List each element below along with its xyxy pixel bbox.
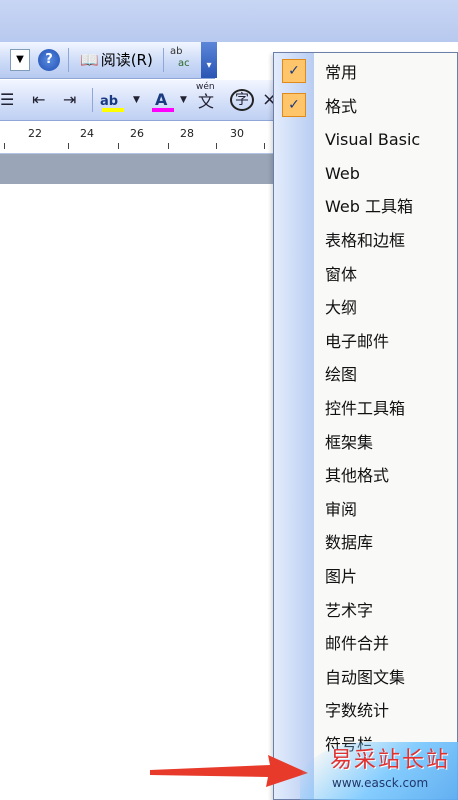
menu-item[interactable]: Visual Basic [274,123,457,157]
bullet-list-icon: ☰ [0,90,15,109]
menu-item-label: Visual Basic [325,130,421,150]
menu-item[interactable]: 艺术字 [274,594,457,628]
menu-item-label: 绘图 [325,365,358,385]
ruler-tick [264,143,265,149]
menu-item-label: 自动图文集 [325,667,406,687]
menu-item[interactable]: 图片 [274,560,457,594]
menu-item[interactable]: 字数统计 [274,694,457,728]
menu-item[interactable]: 审阅 [274,493,457,527]
zoom-dropdown-button[interactable]: ▼ [10,49,30,71]
ruler-tick [118,143,119,149]
menu-item-label: 图片 [325,567,358,586]
toolbars-menu: ✓ 常用 ✓ 格式 Visual Basic Web Web 工具箱 表格和边框窗体大纲电子邮… [273,52,458,800]
help-button[interactable]: ? [38,49,60,71]
menu-item-label: 艺术字 [325,600,374,620]
menu-item[interactable]: 邮件合并 [274,627,457,661]
red-arrow-icon [150,755,308,787]
phonetic-guide-button[interactable]: wén 文 [196,82,222,112]
menu-item-label: 数据库 [325,533,374,553]
menu-item[interactable]: Web [274,157,457,191]
toolbar-separator [68,48,69,72]
menu-item[interactable]: 表格和边框 [274,224,457,258]
window-titlebar [0,0,458,42]
menu-item[interactable]: 绘图 [274,358,457,392]
highlight-button[interactable]: ab [100,88,130,112]
menu-item-label: Web 工具箱 [325,197,413,217]
menu-item-label: 电子邮件 [325,331,390,351]
phonetic-pinyin: wén [196,82,215,92]
toolbar-separator [92,88,93,112]
watermark-url: www.easck.com [332,776,429,790]
enclose-char-icon: 字 [235,92,249,108]
menu-item-label: 控件工具箱 [325,399,406,418]
menu-item-label: 审阅 [325,499,358,519]
font-color-icon: A [155,90,168,109]
chevron-down-icon: ▼ [180,95,187,105]
bullets-button[interactable]: ☰ [0,88,14,112]
ruler-number: 26 [130,127,144,140]
chevron-down-icon: ▼ [16,54,24,65]
menu-item[interactable]: 控件工具箱 [274,392,457,426]
decrease-indent-button[interactable]: ⇤ [32,88,45,112]
ruler-tick [4,143,5,149]
chevron-down-icon: ▼ [133,95,140,105]
menu-item-label: 格式 [325,96,358,116]
menu-item[interactable]: ✓ 格式 [274,90,457,124]
overflow-chevron-icon: ▾ [206,60,212,71]
menu-item[interactable]: 数据库 [274,526,457,560]
help-icon: ? [45,52,53,67]
book-icon: 📖 [80,51,99,69]
ruler-number: 28 [180,127,194,140]
menu-item-label: 窗体 [325,264,358,284]
read-layout-button[interactable]: 📖 阅读(R) [80,48,153,72]
ruler-tick [68,143,69,149]
spelling-icon-top: ab [170,46,183,57]
ruler-tick [216,143,217,149]
menu-item-label: Web [325,163,360,183]
toolbar-separator [163,48,164,72]
menu-item[interactable]: ✓ 常用 [274,56,457,90]
ruler-number: 24 [80,127,94,140]
menu-item[interactable]: 自动图文集 [274,661,457,695]
font-color-button[interactable]: A [152,88,176,112]
phonetic-char-icon: 文 [198,92,215,111]
red-arrow-annotation [150,755,308,787]
menu-item-label: 其他格式 [325,466,390,486]
read-layout-label: 阅读(R) [100,51,153,69]
toolbar-options-button[interactable]: ▾ [201,42,217,78]
menu-item-label: 表格和边框 [325,231,406,250]
menu-item-label: 常用 [325,63,358,82]
menu-item-label: 字数统计 [325,701,390,721]
highlight-icon: ab [100,94,119,109]
spelling-icon-bottom: ac [178,58,190,69]
font-color-dropdown[interactable]: ▼ [180,88,187,112]
menu-item[interactable]: 框架集 [274,426,457,460]
ruler-number: 30 [230,127,244,140]
menu-item-label: 大纲 [325,298,358,318]
increase-indent-button[interactable]: ⇥ [63,88,76,112]
checkmark-icon: ✓ [282,59,306,83]
highlight-dropdown[interactable]: ▼ [133,88,140,112]
font-color-bar [152,108,174,112]
ruler-tick [168,143,169,149]
menu-item[interactable]: 大纲 [274,291,457,325]
increase-indent-icon: ⇥ [63,90,77,109]
spelling-button[interactable]: ab ac [170,46,198,74]
highlight-color-bar [102,108,124,112]
menu-item[interactable]: Web 工具箱 [274,190,457,224]
decrease-indent-icon: ⇤ [32,90,46,109]
menu-item[interactable]: 电子邮件 [274,325,457,359]
watermark-site-name: 易采站长站 [330,748,451,773]
enclose-characters-button[interactable]: 字 [230,89,254,111]
menu-item[interactable]: 其他格式 [274,459,457,493]
menu-item[interactable]: 窗体 [274,258,457,292]
ruler-number: 22 [28,127,42,140]
menu-item-label: 框架集 [325,432,374,452]
menu-item-label: 邮件合并 [325,634,390,654]
checkmark-icon: ✓ [282,92,306,117]
